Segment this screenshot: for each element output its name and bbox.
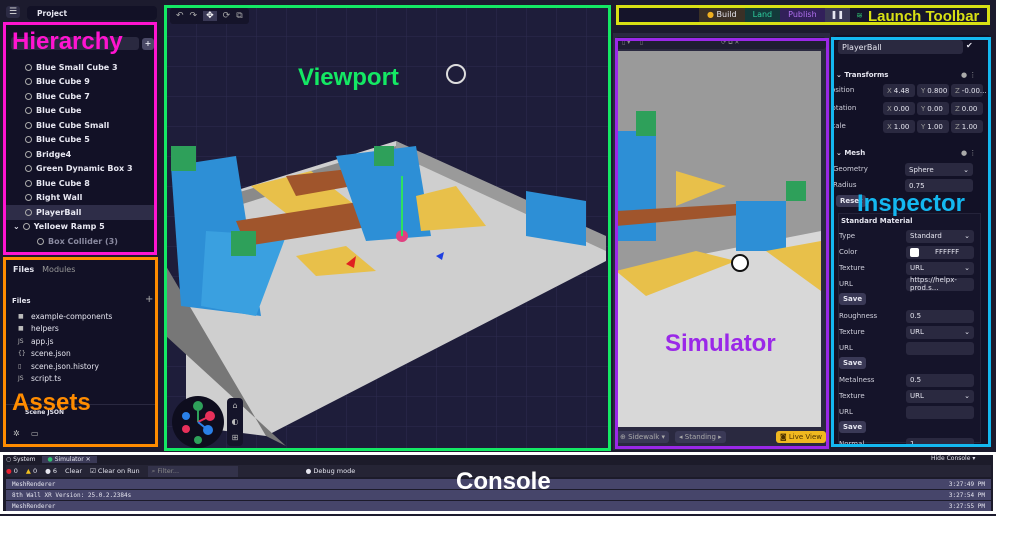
land-button[interactable]: Land bbox=[744, 8, 781, 22]
pause-button[interactable]: ❚❚ bbox=[824, 8, 851, 22]
clear-button[interactable]: Clear bbox=[65, 467, 82, 475]
inspector-annotation: Inspector bbox=[857, 190, 966, 217]
assets-annotation: Assets bbox=[12, 389, 91, 416]
log-entry[interactable]: MeshRenderer 3:27:55 PM bbox=[6, 501, 991, 511]
editor-app: ☰ Project + Blue Small Cube 3 Blue Cube 9… bbox=[0, 0, 996, 516]
publish-button[interactable]: Publish bbox=[780, 8, 825, 22]
hierarchy-annotation-box bbox=[3, 22, 157, 255]
warning-count[interactable]: ▲ 0 bbox=[26, 467, 37, 475]
build-button[interactable]: ● Build bbox=[699, 8, 745, 22]
assets-annotation-box bbox=[3, 257, 158, 447]
inspector-annotation-box bbox=[831, 37, 991, 447]
info-count[interactable]: ● 6 bbox=[45, 467, 57, 475]
simulator-annotation-box bbox=[615, 38, 829, 449]
project-tab[interactable]: Project bbox=[27, 6, 157, 20]
hierarchy-annotation: Hierarchy bbox=[12, 28, 123, 55]
error-count[interactable]: ● 0 bbox=[6, 467, 18, 475]
simulator-annotation: Simulator bbox=[665, 330, 776, 357]
broadcast-icon[interactable]: ≋ bbox=[850, 11, 869, 20]
hide-console-button[interactable]: Hide Console ▾ bbox=[931, 455, 975, 462]
debug-mode-toggle[interactable]: ● Debug mode bbox=[306, 467, 356, 475]
console-annotation: Console bbox=[456, 468, 551, 495]
tab-simulator[interactable]: ● Simulator ✕ bbox=[41, 455, 97, 463]
viewport-annotation: Viewport bbox=[298, 64, 399, 91]
tab-system[interactable]: ○ System bbox=[6, 456, 36, 463]
launch-toolbar-annotation: Launch Toolbar bbox=[868, 8, 980, 25]
filter-input[interactable]: ⌕ Filter... bbox=[147, 465, 238, 477]
menu-button[interactable]: ☰ bbox=[6, 6, 20, 18]
clear-on-run-checkbox[interactable]: ☑ Clear on Run bbox=[90, 467, 140, 475]
